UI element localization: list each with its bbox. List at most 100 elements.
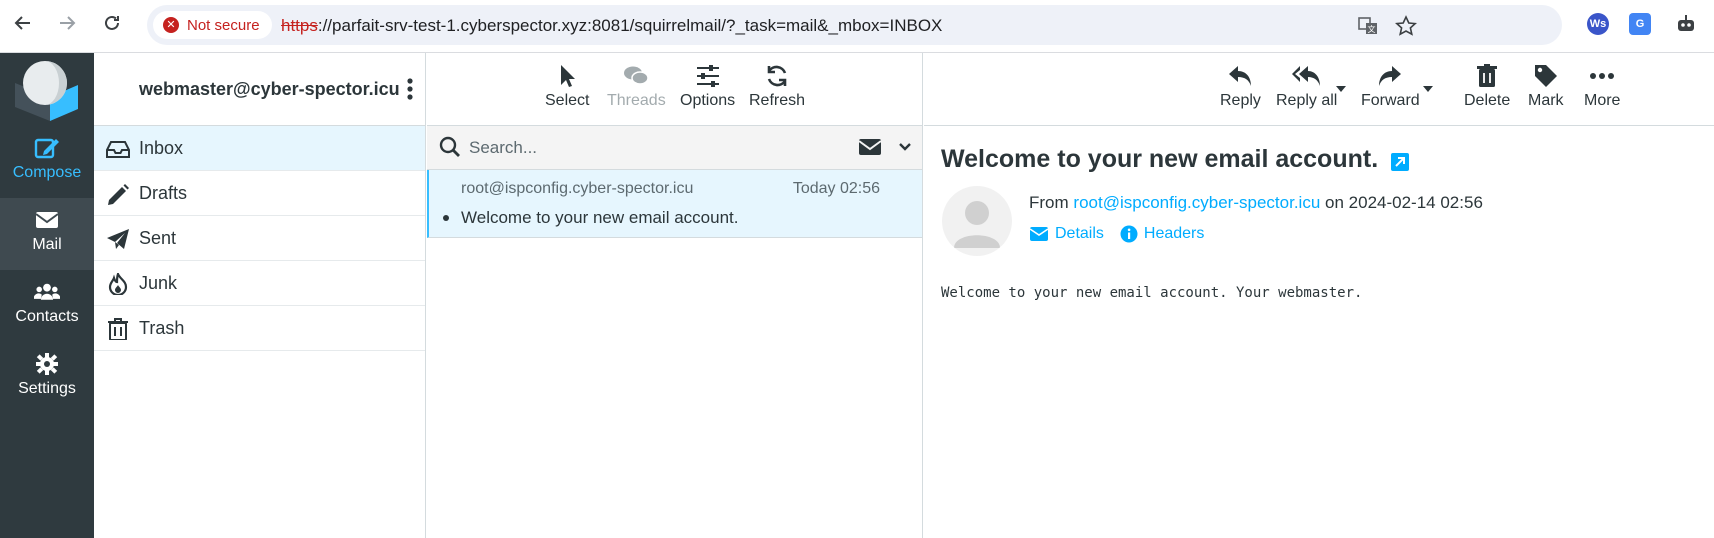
gear-icon [36,353,58,375]
extension-robot-icon[interactable] [1675,13,1697,35]
app-navigation: Compose Mail Contacts Settings [0,53,94,538]
threads-label: Threads [607,92,666,109]
delete-button[interactable]: Delete [1464,63,1510,110]
svg-text:文: 文 [1368,24,1376,34]
select-label: Select [545,92,590,109]
folder-label: Drafts [139,183,188,203]
paper-plane-icon [107,229,129,249]
reload-icon[interactable] [101,12,123,34]
nav-settings[interactable]: Settings [0,342,94,414]
list-toolbar: Select Threads Options Refresh [427,53,922,126]
forward-label: Forward [1361,92,1420,109]
folder-junk[interactable]: Junk [94,261,425,306]
folder-inbox[interactable]: Inbox [94,126,425,171]
account-header: webmaster@cyber-spector.icu [94,53,425,126]
nav-mail[interactable]: Mail [0,198,94,270]
extension-translate-icon[interactable]: G [1629,13,1651,35]
more-button[interactable]: More [1584,63,1620,110]
reply-label: Reply [1220,92,1261,109]
search-bar [427,126,922,170]
inbox-icon [106,141,130,158]
trash-icon [108,318,128,340]
options-button[interactable]: Options [680,63,735,110]
message-toolbar: Reply Reply all Forward Delete Mark More [924,53,1714,126]
forward-dropdown-icon[interactable] [1422,85,1434,93]
header-links: Details Headers [1029,225,1204,243]
warning-icon: ✕ [163,17,179,33]
bookmark-star-icon[interactable] [1394,15,1418,37]
message-subject: Welcome to your new email account. [461,208,739,227]
threads-button[interactable]: Threads [607,63,666,110]
refresh-icon [767,65,787,87]
details-link[interactable]: Details [1029,225,1104,243]
reply-icon [1229,66,1252,86]
refresh-label: Refresh [749,92,806,109]
message-date: Today 02:56 [792,180,880,197]
folder-pane: webmaster@cyber-spector.icu Inbox Drafts… [94,53,426,538]
chevron-down-icon[interactable] [898,140,912,154]
users-icon [34,283,60,300]
address-bar[interactable]: ✕ Not secure https://parfait-srv-test-1.… [147,5,1562,45]
folder-sent[interactable]: Sent [94,216,425,261]
fire-icon [108,273,128,295]
message-subject-heading: Welcome to your new email account. [941,145,1379,173]
message-body: Welcome to your new email account. Your … [941,285,1363,301]
nav-compose-label: Compose [12,164,82,181]
ellipsis-icon [1590,73,1615,79]
nav-settings-label: Settings [18,380,76,397]
folder-drafts[interactable]: Drafts [94,171,425,216]
nav-contacts[interactable]: Contacts [0,270,94,342]
comments-icon [624,66,650,85]
message-date: 2024-02-14 02:56 [1348,193,1483,212]
sender-avatar [942,186,1012,256]
sender-email-link[interactable]: root@ispconfig.cyber-spector.icu [1073,193,1320,212]
compose-icon [34,138,59,159]
extension-ws-icon[interactable]: Ws [1587,13,1609,35]
reply-all-button[interactable]: Reply all [1276,63,1337,110]
search-input[interactable] [469,135,789,161]
refresh-button[interactable]: Refresh [749,63,805,110]
message-row[interactable]: root@ispconfig.cyber-spector.icu Today 0… [427,170,922,238]
headers-link[interactable]: Headers [1120,225,1204,243]
delete-label: Delete [1464,92,1511,109]
security-chip[interactable]: ✕ Not secure [153,11,272,39]
message-from-line: From root@ispconfig.cyber-spector.icu on… [1029,193,1483,212]
roundcube-logo[interactable] [10,57,80,123]
nav-contacts-label: Contacts [15,308,79,325]
forward-button[interactable]: Forward [1361,63,1420,110]
message-list-pane: Select Threads Options Refresh Search...… [427,53,923,538]
forward-icon [1379,66,1402,86]
envelope-filter-icon[interactable] [858,137,882,157]
reply-all-icon [1291,66,1320,86]
reading-pane: Reply Reply all Forward Delete Mark More… [924,53,1714,538]
open-in-new-window-icon[interactable] [1390,152,1410,172]
reply-all-label: Reply all [1276,92,1338,109]
browser-toolbar: ✕ Not secure https://parfait-srv-test-1.… [0,0,1714,53]
folder-label: Inbox [139,138,184,158]
trash-icon [1477,64,1498,87]
tag-icon [1534,65,1557,87]
url-text[interactable]: https://parfait-srv-test-1.cyberspector.… [281,16,942,36]
folder-trash[interactable]: Trash [94,306,425,351]
security-label: Not secure [187,16,260,34]
pencil-icon [108,184,129,205]
more-label: More [1584,92,1621,109]
message-from: root@ispconfig.cyber-spector.icu [461,180,694,197]
envelope-icon [1029,227,1049,241]
mark-label: Mark [1528,92,1564,109]
mark-button[interactable]: Mark [1528,63,1564,110]
info-circle-icon [1120,225,1138,243]
sliders-icon [696,65,719,87]
kebab-menu-icon[interactable] [405,77,415,101]
reply-all-dropdown-icon[interactable] [1335,85,1347,93]
select-button[interactable]: Select [545,63,589,110]
translate-icon[interactable]: 文 [1357,15,1379,37]
envelope-icon [35,212,59,228]
options-label: Options [680,92,736,109]
search-icon[interactable] [439,136,461,158]
nav-compose[interactable]: Compose [0,126,94,198]
reply-button[interactable]: Reply [1220,63,1261,110]
back-arrow-icon[interactable] [12,12,34,34]
forward-arrow-icon[interactable] [56,12,78,34]
nav-mail-label: Mail [32,236,62,253]
